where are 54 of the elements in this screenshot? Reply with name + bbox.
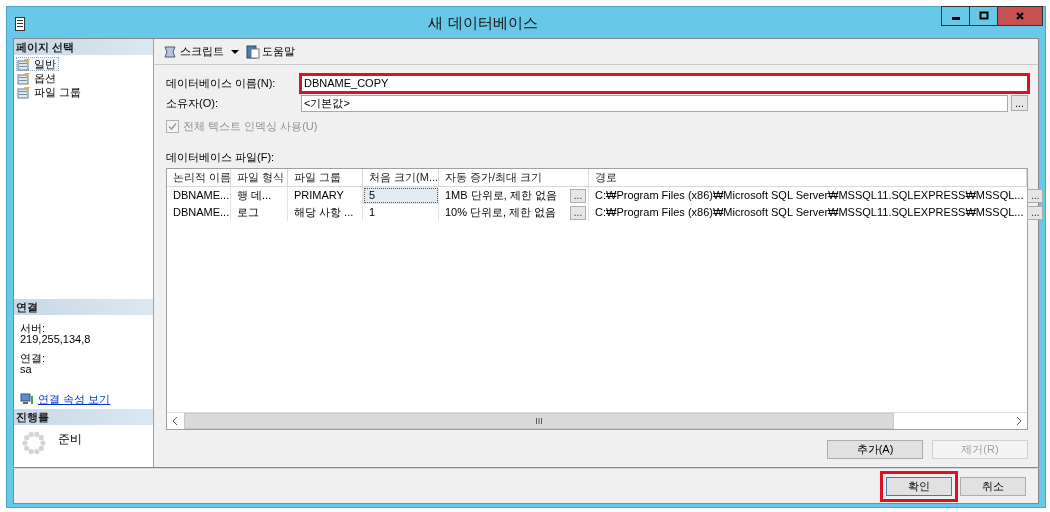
close-icon: [1015, 11, 1025, 21]
checkmark-icon: [167, 121, 178, 132]
table-cell: 1MB 단위로, 제한 없음 ...: [439, 187, 589, 204]
table-cell: 5: [363, 187, 439, 204]
table-cell: C:₩Program Files (x86)₩Microsoft SQL Server₩MSSQL11.SQLEXPRESS₩MSSQL... ...: [589, 204, 1046, 221]
browse-button[interactable]: ...: [570, 205, 586, 220]
spinner-icon: [22, 431, 46, 455]
connection-properties-link[interactable]: 연결 속성 보기: [38, 393, 111, 405]
table-cell: DBNAME...: [167, 187, 231, 204]
maximize-button[interactable]: [969, 6, 997, 26]
computer-icon: [20, 393, 34, 405]
toolbar-button[interactable]: 스크립트: [160, 44, 226, 59]
progress-status: 준비: [58, 431, 82, 448]
info-value: 219,255,134,8: [20, 334, 92, 345]
field-label: 소유자(O):: [166, 95, 219, 111]
add-button[interactable]: 추가(A): [827, 440, 923, 459]
browse-button[interactable]: ...: [570, 188, 586, 203]
window-title: 새 데이터베이스: [427, 13, 539, 33]
page-icon: [17, 71, 31, 85]
table-cell: 1: [363, 204, 439, 221]
field-label: 데이터베이스 이름(N):: [166, 75, 277, 91]
table-cell: DBNAME...: [167, 204, 231, 221]
book-icon: [246, 44, 260, 59]
browse-button[interactable]: ...: [1027, 205, 1044, 220]
panel-header: 연결: [14, 299, 153, 315]
table-cell: 로그: [231, 204, 288, 221]
text-field[interactable]: DBNAME_COPY: [301, 74, 1028, 92]
panel-header: 페이지 선택: [14, 39, 153, 55]
dropdown-caret-icon[interactable]: [230, 47, 240, 56]
minimize-button[interactable]: [941, 6, 969, 26]
close-button[interactable]: [997, 6, 1043, 26]
page-item[interactable]: 옵션: [16, 71, 59, 85]
scroll-icon: [162, 44, 178, 59]
table-cell: 해당 사항 ...: [288, 204, 363, 221]
info-value: sa: [20, 364, 32, 375]
database-icon: [15, 17, 25, 31]
scroll-thumb[interactable]: III: [184, 413, 894, 429]
info-label: 서버:: [20, 323, 47, 334]
browse-button[interactable]: ...: [1027, 188, 1044, 203]
page-icon: [17, 85, 31, 99]
table-cell: 행 데...: [231, 187, 288, 204]
maximize-icon: [978, 11, 989, 21]
cancel-button[interactable]: 취소: [960, 476, 1026, 496]
browse-button[interactable]: ...: [1011, 95, 1028, 111]
page-item[interactable]: 파일 그룹: [16, 85, 85, 99]
page-item[interactable]: 일반: [16, 57, 59, 71]
table-cell: C:₩Program Files (x86)₩Microsoft SQL Server₩MSSQL11.SQLEXPRESS₩MSSQL... ...: [589, 187, 1046, 204]
panel-header: 진행률: [14, 409, 153, 425]
section-label: 데이터베이스 파일(F):: [166, 150, 276, 165]
toolbar-button[interactable]: 도움말: [244, 44, 297, 59]
info-label: 연결:: [20, 353, 47, 364]
table-cell: 10% 단위로, 제한 없음 ...: [439, 204, 589, 221]
text-field[interactable]: <기본값>: [301, 94, 1008, 112]
page-icon: [17, 57, 31, 71]
